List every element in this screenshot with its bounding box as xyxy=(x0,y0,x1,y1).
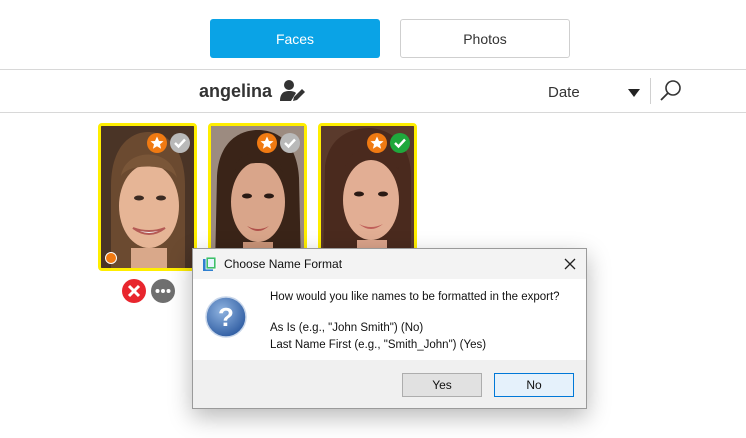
header-divider xyxy=(0,112,746,113)
tabs-divider xyxy=(0,69,746,70)
no-button[interactable]: No xyxy=(494,373,574,397)
question-icon: ? xyxy=(205,296,247,338)
person-name: angelina xyxy=(199,81,273,101)
tab-photos[interactable]: Photos xyxy=(400,19,570,58)
star-icon[interactable] xyxy=(367,133,387,153)
tab-faces-label: Faces xyxy=(275,30,315,47)
dialog-option-last-first: Last Name First (e.g., "Smith_John") (Ye… xyxy=(270,339,487,351)
status-dot xyxy=(105,252,117,264)
svg-text:?: ? xyxy=(218,302,234,332)
check-icon[interactable] xyxy=(170,133,190,153)
close-icon[interactable] xyxy=(562,256,578,272)
check-icon[interactable] xyxy=(280,133,300,153)
yes-button[interactable]: Yes xyxy=(402,373,482,397)
tab-photos-label: Photos xyxy=(463,30,507,47)
search-icon[interactable] xyxy=(660,80,682,102)
close-icon[interactable] xyxy=(122,279,146,303)
dialog-option-as-is: As Is (e.g., "John Smith") (No) xyxy=(270,322,424,334)
person-edit-icon[interactable] xyxy=(280,79,306,103)
star-icon[interactable] xyxy=(147,133,167,153)
tab-faces[interactable]: Faces xyxy=(210,19,380,58)
app-icon xyxy=(202,256,217,272)
sort-dropdown-label[interactable]: Date xyxy=(548,84,580,101)
more-icon[interactable] xyxy=(151,279,175,303)
chevron-down-icon[interactable] xyxy=(628,89,640,97)
check-icon[interactable] xyxy=(390,133,410,153)
dialog-title: Choose Name Format xyxy=(224,257,343,271)
yes-button-label: Yes xyxy=(432,378,452,392)
face-card[interactable] xyxy=(98,123,197,271)
star-icon[interactable] xyxy=(257,133,277,153)
no-button-label: No xyxy=(526,378,542,392)
header-separator xyxy=(650,78,651,104)
dialog-question: How would you like names to be formatted… xyxy=(270,291,560,303)
choose-name-format-dialog: Choose Name Format ? How would you like … xyxy=(192,248,587,409)
